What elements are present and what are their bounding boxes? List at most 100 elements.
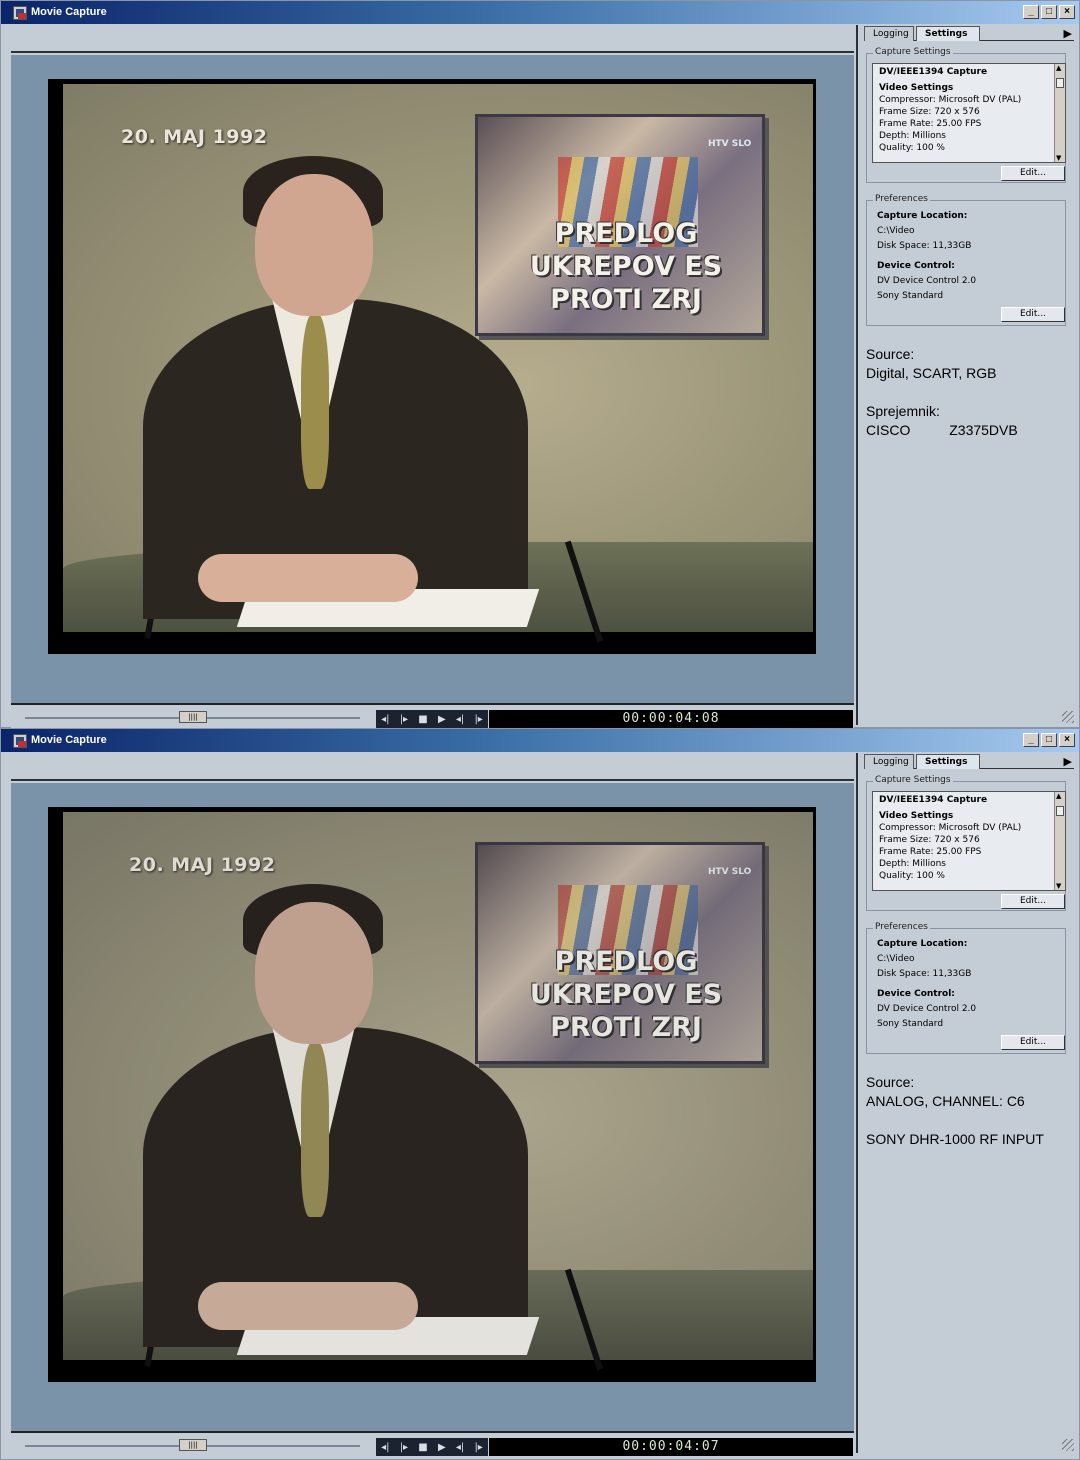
jog-back-icon[interactable]: ◂| <box>456 1442 464 1453</box>
device-control-label: Device Control: <box>877 261 955 271</box>
window-title: Movie Capture <box>31 6 107 18</box>
step-forward-icon[interactable]: |▸ <box>400 714 408 725</box>
panel-menu-arrow-icon[interactable]: ▶ <box>1064 755 1072 768</box>
setting-line: Depth: Millions <box>879 859 946 869</box>
setting-line: Frame Size: 720 x 576 <box>879 835 980 845</box>
panel-tabs: Logging Settings ▶ <box>864 25 1074 41</box>
setting-line: Compressor: Microsoft DV (PAL) <box>879 823 1022 833</box>
minimize-icon[interactable]: _ <box>1023 5 1039 19</box>
jog-back-icon[interactable]: ◂| <box>456 714 464 725</box>
title-bar[interactable]: Movie Capture _ □ × <box>1 1 1079 24</box>
head <box>255 174 373 316</box>
channel-logo: HTV SLO <box>708 139 752 149</box>
play-icon[interactable]: ▶ <box>438 1442 446 1453</box>
video-settings-label: Video Settings <box>879 83 954 93</box>
capture-edit-button[interactable]: Edit... <box>1001 894 1065 909</box>
device-control-value: DV Device Control 2.0 <box>877 1004 977 1014</box>
scrollbar[interactable] <box>1054 64 1065 162</box>
step-back-icon[interactable]: ◂| <box>381 1442 389 1453</box>
tab-settings[interactable]: Settings <box>916 26 980 41</box>
device-control-value: DV Device Control 2.0 <box>877 276 977 286</box>
hands <box>198 1282 418 1330</box>
tab-logging[interactable]: Logging <box>864 26 914 41</box>
note-line: Source: <box>866 1074 915 1090</box>
movie-capture-icon[interactable] <box>13 734 27 748</box>
settings-panel: Logging Settings ▶ Capture Settings DV/I… <box>856 753 1076 1453</box>
capture-settings-list[interactable]: DV/IEEE1394 Capture Video Settings Compr… <box>872 63 1066 163</box>
transport-controls: ◂| |▸ ■ ▶ ◂| |▸ <box>376 710 488 728</box>
panel-menu-arrow-icon[interactable]: ▶ <box>1064 27 1072 40</box>
stop-icon[interactable]: ■ <box>418 1442 427 1453</box>
note-line: Source: <box>866 346 915 362</box>
panel-tabs: Logging Settings ▶ <box>864 753 1074 769</box>
transport-controls: ◂| |▸ ■ ▶ ◂| |▸ <box>376 1438 488 1456</box>
top-strip <box>11 25 854 53</box>
close-icon[interactable]: × <box>1059 5 1075 19</box>
step-back-icon[interactable]: ◂| <box>381 714 389 725</box>
device-control-value: Sony Standard <box>877 291 944 301</box>
timecode-display: 00:00:04:07 <box>489 1438 853 1456</box>
jog-forward-icon[interactable]: |▸ <box>474 1442 482 1453</box>
headline-text: PREDLOG UKREPOV ES PROTI ZRJ <box>496 217 756 316</box>
setting-line: Depth: Millions <box>879 131 946 141</box>
preferences-edit-button[interactable]: Edit... <box>1001 307 1065 322</box>
scrollbar[interactable] <box>1054 792 1065 890</box>
date-overlay: 20. MAJ 1992 <box>121 126 268 148</box>
capture-settings-list[interactable]: DV/IEEE1394 Capture Video Settings Compr… <box>872 791 1066 891</box>
headline-line: PROTI ZRJ <box>550 284 702 315</box>
video-frame: 20. MAJ 1992 HTV SLO PREDLOG UKREPOV ES … <box>48 79 816 654</box>
tab-logging[interactable]: Logging <box>864 754 914 769</box>
disk-space: Disk Space: 11,33GB <box>877 241 972 251</box>
group-legend: Preferences <box>873 922 930 932</box>
capture-location-label: Capture Location: <box>877 211 968 221</box>
tab-settings[interactable]: Settings <box>916 754 980 769</box>
maximize-icon[interactable]: □ <box>1041 733 1057 747</box>
headline-line: UKREPOV ES <box>529 251 723 282</box>
group-legend: Capture Settings <box>873 47 953 57</box>
channel-logo: HTV SLO <box>708 867 752 877</box>
shuttle-knob[interactable]: |||| <box>179 1439 207 1451</box>
preferences-edit-button[interactable]: Edit... <box>1001 1035 1065 1050</box>
source-notes: Source: Digital, SCART, RGB Sprejemnik: … <box>866 345 1071 440</box>
capture-edit-button[interactable]: Edit... <box>1001 166 1065 181</box>
transport-bar: |||| ◂| |▸ ■ ▶ ◂| |▸ 00:00:04:07 <box>11 1435 854 1457</box>
scroll-thumb[interactable] <box>1056 78 1064 88</box>
maximize-icon[interactable]: □ <box>1041 5 1057 19</box>
video-preview: 20. MAJ 1992 HTV SLO PREDLOG UKREPOV ES … <box>11 783 854 1433</box>
shuttle-knob[interactable]: |||| <box>179 711 207 723</box>
movie-capture-window: Movie Capture _ □ × 20. MAJ 1992 HTV SLO… <box>0 728 1080 1460</box>
preferences-group: Preferences Capture Location: C:\Video D… <box>866 922 1066 1054</box>
title-bar[interactable]: Movie Capture _ □ × <box>1 729 1079 752</box>
step-forward-icon[interactable]: |▸ <box>400 1442 408 1453</box>
timecode-display: 00:00:04:08 <box>489 710 853 728</box>
headline-line: PREDLOG <box>554 218 698 249</box>
group-legend: Capture Settings <box>873 775 953 785</box>
head <box>255 902 373 1044</box>
headline-line: PREDLOG <box>554 946 698 977</box>
movie-capture-icon[interactable] <box>13 6 27 20</box>
video-image: 20. MAJ 1992 HTV SLO PREDLOG UKREPOV ES … <box>63 84 813 643</box>
headline-inset: HTV SLO PREDLOG UKREPOV ES PROTI ZRJ <box>475 842 765 1064</box>
resize-grip[interactable] <box>1062 711 1074 723</box>
note-line: ANALOG, CHANNEL: C6 <box>866 1093 1025 1109</box>
stop-icon[interactable]: ■ <box>418 714 427 725</box>
setting-line: Compressor: Microsoft DV (PAL) <box>879 95 1022 105</box>
hands <box>198 554 418 602</box>
headline-text: PREDLOG UKREPOV ES PROTI ZRJ <box>496 945 756 1044</box>
setting-line: Quality: 100 % <box>879 871 945 881</box>
jog-forward-icon[interactable]: |▸ <box>474 714 482 725</box>
transport-bar: |||| ◂| |▸ ■ ▶ ◂| |▸ 00:00:04:08 <box>11 707 854 729</box>
capture-settings-group: Capture Settings DV/IEEE1394 Capture Vid… <box>866 775 1066 911</box>
note-line: SONY DHR-1000 RF INPUT <box>866 1131 1044 1147</box>
note-line: CISCO Z3375DVB <box>866 422 1018 438</box>
resize-grip[interactable] <box>1062 1439 1074 1451</box>
source-notes: Source: ANALOG, CHANNEL: C6 SONY DHR-100… <box>866 1073 1071 1149</box>
note-line: Digital, SCART, RGB <box>866 365 997 381</box>
play-icon[interactable]: ▶ <box>438 714 446 725</box>
headline-inset: HTV SLO PREDLOG UKREPOV ES PROTI ZRJ <box>475 114 765 336</box>
scroll-thumb[interactable] <box>1056 806 1064 816</box>
close-icon[interactable]: × <box>1059 733 1075 747</box>
capture-location-label: Capture Location: <box>877 939 968 949</box>
minimize-icon[interactable]: _ <box>1023 733 1039 747</box>
note-line: Sprejemnik: <box>866 403 940 419</box>
